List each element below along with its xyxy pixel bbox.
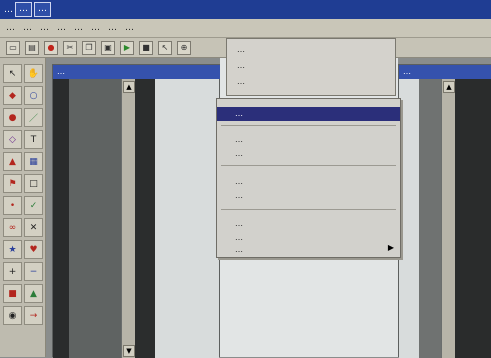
left-panel-strip: [53, 79, 69, 358]
cut-icon[interactable]: ✂: [63, 40, 77, 55]
menu-4[interactable]: …: [57, 23, 66, 33]
left-panel-column: [69, 79, 121, 358]
record-tool-icon[interactable]: ●: [3, 108, 22, 127]
cross-tool-icon[interactable]: ✕: [24, 218, 43, 237]
menu-6[interactable]: …: [91, 23, 100, 33]
right-content-area: [399, 79, 419, 358]
star-tool-icon[interactable]: ★: [3, 240, 22, 259]
minus-tool-icon[interactable]: −: [24, 262, 43, 281]
flag-tool-icon[interactable]: ⚑: [3, 174, 22, 193]
run-icon[interactable]: ▶: [120, 40, 134, 55]
context-menu-item-2[interactable]: …: [217, 147, 400, 161]
line-tool-icon[interactable]: ／: [24, 108, 43, 127]
context-menu-item-highlighted[interactable]: …: [217, 107, 400, 121]
plus-tool-icon[interactable]: +: [3, 262, 22, 281]
menu-3[interactable]: …: [40, 23, 49, 33]
context-menu-item-1[interactable]: …: [217, 133, 400, 147]
context-menu-item-4[interactable]: …: [217, 189, 400, 203]
stop-icon[interactable]: ■: [139, 40, 153, 55]
triangle-tool-icon[interactable]: ▲: [24, 284, 43, 303]
point-tool-icon[interactable]: •: [3, 196, 22, 215]
submenu-arrow-icon: ▶: [387, 243, 394, 252]
dot-tool-icon[interactable]: ◉: [3, 306, 22, 325]
open-icon[interactable]: ▤: [25, 40, 39, 55]
right-dark-strip: [455, 79, 491, 358]
app-title: …: [4, 4, 13, 15]
menu-separator: [221, 209, 396, 210]
link-tool-icon[interactable]: ∞: [3, 218, 22, 237]
menu-separator: [221, 165, 396, 166]
select-tool-icon[interactable]: ↖: [3, 64, 22, 83]
zoom-tool-icon[interactable]: ⊕: [177, 40, 191, 55]
shape-tool-icon[interactable]: ◆: [3, 86, 22, 105]
heart-tool-icon[interactable]: ♥: [24, 240, 43, 259]
context-menu: … … … … … … … … ▶: [216, 98, 401, 258]
check-tool-icon[interactable]: ✓: [24, 196, 43, 215]
left-scrollbar[interactable]: ▲ ▼: [121, 79, 135, 358]
pointer-tool-icon[interactable]: ↖: [158, 40, 172, 55]
top-menu-item-1[interactable]: …: [227, 43, 395, 57]
menu-7[interactable]: …: [108, 23, 117, 33]
context-menu-item-5[interactable]: …: [217, 217, 400, 231]
scroll-up-icon[interactable]: ▲: [123, 81, 135, 93]
top-menu-item-3[interactable]: …: [227, 75, 395, 89]
scroll-up-icon[interactable]: ▲: [443, 81, 455, 93]
text-tool-icon[interactable]: T: [24, 130, 43, 149]
title-segment-2: …: [34, 2, 51, 17]
context-menu-item-7[interactable]: …: [217, 243, 400, 257]
menu-5[interactable]: …: [74, 23, 83, 33]
child-window-right-title: …: [399, 65, 491, 79]
menu-bar: … … … … … … … …: [0, 19, 491, 38]
marker-tool-icon[interactable]: ▲: [3, 152, 22, 171]
hand-tool-icon[interactable]: ✋: [24, 64, 43, 83]
copy-icon[interactable]: ❐: [82, 40, 96, 55]
grid-tool-icon[interactable]: ▦: [24, 152, 43, 171]
child-window-right: … ▲: [398, 64, 491, 358]
app-title-bar: … … …: [0, 0, 491, 19]
arrow-tool-icon[interactable]: →: [24, 306, 43, 325]
left-content-area: [155, 79, 219, 358]
save-icon[interactable]: ●: [44, 40, 58, 55]
top-menu: … … …: [226, 38, 396, 96]
paste-icon[interactable]: ▣: [101, 40, 115, 55]
tool-palette: ↖ ✋ ◆ ○ ● ／ ◇ T ▲ ▦ ⚑ □ • ✓ ∞ ✕ ★ ♥ + − …: [0, 58, 46, 357]
top-menu-item-2[interactable]: …: [227, 59, 395, 73]
box-tool-icon[interactable]: □: [24, 174, 43, 193]
child-window-left-title: …: [53, 65, 227, 79]
right-panel-column: [419, 79, 441, 358]
child-window-left: … ▲ ▼: [52, 64, 227, 358]
circle-tool-icon[interactable]: ○: [24, 86, 43, 105]
scroll-down-icon[interactable]: ▼: [123, 345, 135, 357]
menu-separator: [221, 125, 396, 126]
left-divider: [135, 79, 155, 358]
menu-2[interactable]: …: [23, 23, 32, 33]
menu-8[interactable]: …: [125, 23, 134, 33]
menu-1[interactable]: …: [6, 23, 15, 33]
right-scrollbar[interactable]: ▲: [441, 79, 455, 358]
diamond-tool-icon[interactable]: ◇: [3, 130, 22, 149]
square-tool-icon[interactable]: ■: [3, 284, 22, 303]
title-segment-1: …: [15, 2, 32, 17]
context-menu-item-3[interactable]: …: [217, 175, 400, 189]
new-icon[interactable]: ▭: [6, 40, 20, 55]
